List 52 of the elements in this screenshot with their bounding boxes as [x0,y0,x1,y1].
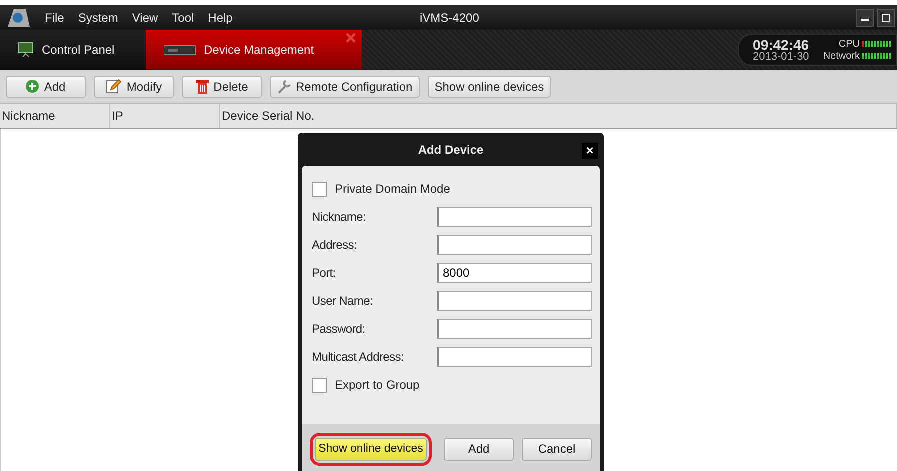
dialog-button[interactable]: Show online devices [315,438,427,460]
menu-item[interactable]: Tool [165,10,202,24]
field-label: User Name: [312,294,374,308]
window-title: iVMS-4200 [420,10,480,24]
toolbar-button[interactable]: Delete [182,76,262,98]
meter-icon [862,41,892,47]
dialog-button[interactable]: Add [444,438,514,460]
tab[interactable]: Control Panel [0,30,146,70]
menu-item[interactable]: Help [201,10,240,24]
toolbar-button[interactable]: Modify [94,76,174,98]
field-label: Nickname: [312,210,366,224]
checkbox-row[interactable]: Export to Group [312,374,592,396]
menu-item[interactable]: View [125,10,166,24]
input-field[interactable] [437,319,592,339]
column-header[interactable]: Nickname [0,104,110,128]
input-field[interactable] [437,291,592,311]
checkbox[interactable] [312,378,327,392]
checkbox-row[interactable]: Private Domain Mode [312,178,592,200]
clock-date: 2013-01-30 [753,52,810,62]
monitor-icon [18,42,34,58]
checkbox[interactable] [312,182,327,196]
field-label: Address: [312,238,357,252]
field-label: Password: [312,322,366,336]
maximize-icon [882,14,890,22]
toolbar-button[interactable]: Show online devices [428,76,552,98]
input-field[interactable] [437,235,592,255]
meter-label: CPU [838,38,860,50]
menu-item[interactable]: System [71,10,126,24]
meter-icon [862,53,892,59]
maximize-button[interactable] [877,8,895,26]
input-field[interactable] [437,207,592,227]
pencil-icon [106,79,122,94]
field-label: Multicast Address: [312,350,404,364]
toolbar-button[interactable]: Remote Configuration [270,76,420,98]
plus-icon [26,80,40,93]
tab[interactable]: Device Management [146,30,362,70]
meter-label: Network [823,50,860,62]
input-field[interactable] [437,347,592,367]
input-field[interactable]: 8000 [437,263,592,283]
dialog-title: Add Device [418,142,484,156]
minimize-button[interactable] [856,8,874,26]
column-header[interactable]: Device Serial No. [220,104,897,128]
clock-time: 09:42:46 [753,38,810,52]
wrench-icon [277,80,291,94]
column-header[interactable]: IP [110,104,220,128]
close-button[interactable]: × [582,143,598,159]
field-label: Port: [312,266,336,280]
trash-icon [196,79,209,94]
toolbar-button[interactable]: Add [6,76,86,98]
recorder-icon [164,44,196,56]
menu-item[interactable]: File [38,10,72,24]
dialog-button[interactable]: Cancel [522,438,592,460]
